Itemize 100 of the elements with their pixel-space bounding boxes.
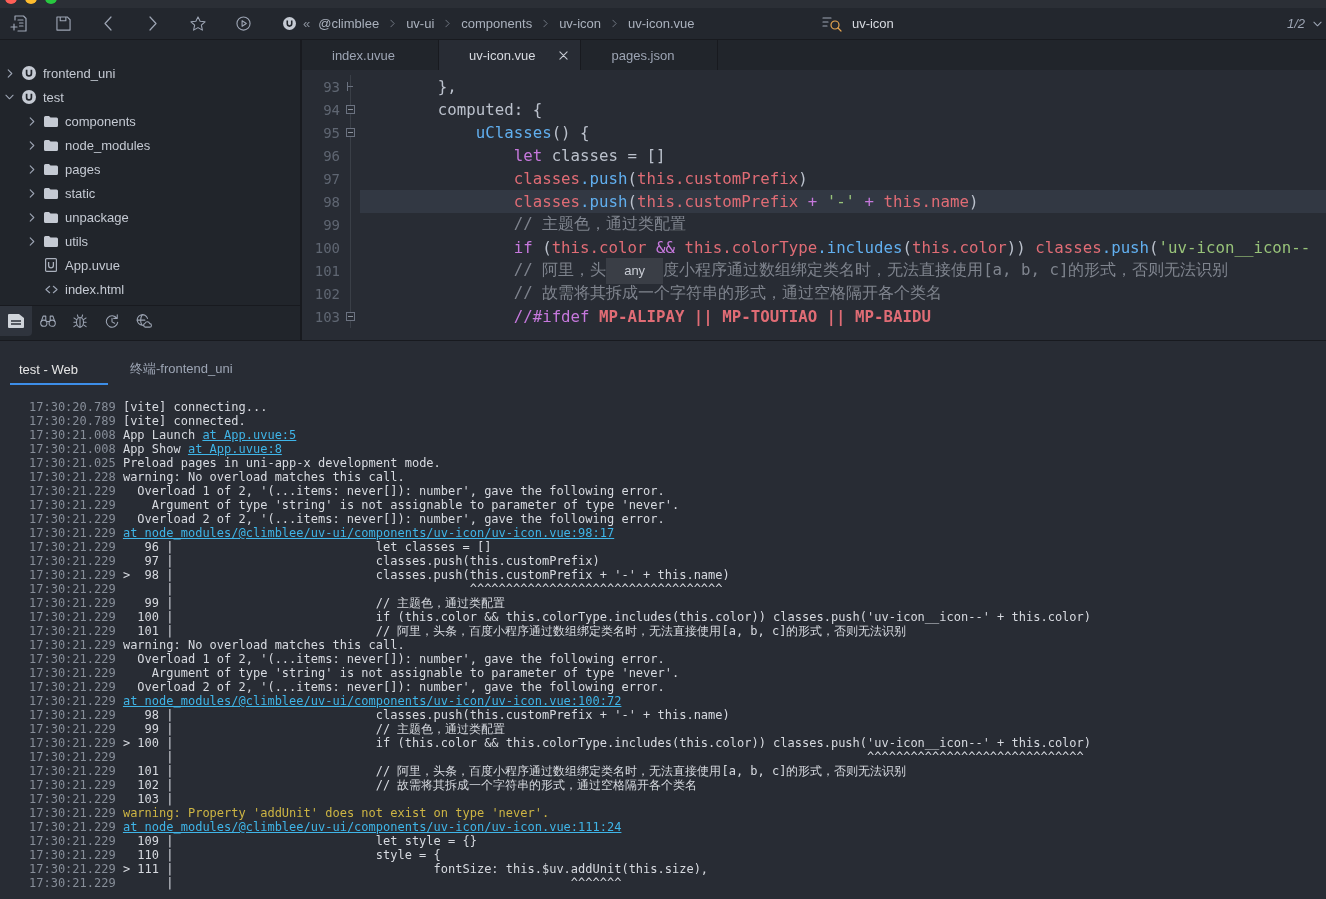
globe-cloud-icon[interactable] xyxy=(136,314,152,328)
line-number: 98 xyxy=(144,708,160,722)
source-excerpt: | let classes = [] xyxy=(166,540,492,554)
console-tab[interactable]: 终端-frontend_uni xyxy=(121,355,242,385)
chevron-down-icon[interactable] xyxy=(1313,20,1322,27)
star-icon[interactable] xyxy=(190,16,206,31)
log-timestamp: 17:30:21.008 xyxy=(29,428,116,442)
code-line: // 故需将其拆成一个字符串的形式，通过空格隔开各个类名 xyxy=(513,283,943,304)
line-number: 100 xyxy=(313,239,340,256)
code-brackets-icon xyxy=(44,284,58,294)
collapse-box-icon[interactable] xyxy=(345,105,355,114)
log-timestamp: 17:30:21.229 xyxy=(29,848,116,862)
collapse-box-icon[interactable] xyxy=(345,312,355,321)
line-number: 97 xyxy=(322,170,340,187)
source-excerpt: | // 主题色，通过类配置 xyxy=(166,722,506,736)
collapse-box-icon[interactable] xyxy=(345,128,355,137)
log-message: App Show xyxy=(122,442,181,456)
bug-icon[interactable] xyxy=(72,314,88,328)
circle-logo-icon xyxy=(22,66,36,80)
close-window-icon[interactable] xyxy=(5,0,17,4)
chevron-right-icon[interactable] xyxy=(28,188,35,198)
chevron-right-icon[interactable] xyxy=(28,212,35,222)
log-timestamp: 17:30:21.229 xyxy=(29,652,116,666)
source-link[interactable]: at node_modules/@climblee/uv-ui/components/uv-icon/uv-icon.vue:111:24 xyxy=(122,820,622,834)
chevron-right-icon xyxy=(390,19,396,28)
chevron-right-icon[interactable] xyxy=(28,140,35,150)
source-link[interactable]: at App.uvue:5 xyxy=(202,428,297,442)
history-icon[interactable] xyxy=(104,314,120,328)
breadcrumb-item[interactable]: components xyxy=(461,16,533,31)
source-excerpt: | let style = {} xyxy=(166,834,477,848)
maximize-window-icon[interactable] xyxy=(45,0,57,4)
source-excerpt: | classes.push(this.customPrefix + '-' + this.name) xyxy=(166,568,730,582)
save-icon[interactable] xyxy=(55,16,71,31)
file-item[interactable]: App.uvue xyxy=(65,257,120,273)
log-timestamp: 17:30:21.229 xyxy=(29,820,116,834)
log-timestamp: 17:30:21.229 xyxy=(29,624,116,638)
breadcrumb-item[interactable]: @climblee xyxy=(318,16,380,31)
folder-item[interactable]: components xyxy=(65,113,136,129)
source-excerpt: | if (this.color && this.colorType.includes(this.color)) classes.push('uv-icon__icon--' + this.color) xyxy=(166,610,1091,624)
document-list-icon[interactable] xyxy=(0,306,32,336)
log-timestamp: 17:30:21.229 xyxy=(29,708,116,722)
new-file-icon[interactable] xyxy=(9,15,27,32)
breadcrumb-item[interactable]: uv-ui xyxy=(406,16,435,31)
code-line: // 主题色，通过类配置 xyxy=(513,214,687,235)
source-excerpt: | ^^^^^^^ xyxy=(166,876,622,890)
play-circle-icon[interactable] xyxy=(235,16,251,31)
folder-item[interactable]: pages xyxy=(65,161,101,177)
chevron-right-icon[interactable] xyxy=(28,116,35,126)
log-timestamp: 17:30:21.229 xyxy=(29,750,116,764)
chevron-right-icon[interactable] xyxy=(28,236,35,246)
close-icon[interactable] xyxy=(559,50,569,60)
log-timestamp: 17:30:21.229 xyxy=(29,610,116,624)
log-timestamp: 17:30:21.229 xyxy=(29,722,116,736)
line-number: 103 xyxy=(137,792,160,806)
log-message: Overload 2 of 2, '(...items: never[]): number', gave the following error. xyxy=(137,680,665,694)
log-timestamp: 17:30:21.008 xyxy=(29,442,116,456)
folder-icon xyxy=(44,163,58,175)
console-tab[interactable]: test - Web xyxy=(10,355,108,385)
folder-item[interactable]: utils xyxy=(65,233,89,249)
find-field[interactable]: uv-icon xyxy=(851,13,1277,34)
editor-tab[interactable]: pages.json xyxy=(581,40,719,70)
line-number: 99 xyxy=(144,722,160,736)
source-excerpt: | fontSize: this.$uv.addUnit(this.size), xyxy=(166,862,709,876)
log-message: Preload pages in uni-app-x development mode. xyxy=(122,456,441,470)
chevron-right-icon[interactable] xyxy=(6,68,13,78)
editor-tab[interactable]: uv-icon.vue xyxy=(439,40,582,70)
folder-icon xyxy=(44,211,58,223)
circle-logo-icon xyxy=(283,17,296,30)
chevron-right-icon xyxy=(543,19,549,28)
chevron-left-icon[interactable] xyxy=(104,16,112,31)
folder-item[interactable]: static xyxy=(65,185,96,201)
breadcrumb-overflow[interactable]: « xyxy=(303,16,311,31)
binoculars-icon[interactable] xyxy=(40,314,56,328)
code-line: classes.push(this.customPrefix + '-' + this.name) xyxy=(513,192,979,211)
source-link[interactable]: at App.uvue:8 xyxy=(187,442,282,456)
source-link[interactable]: at node_modules/@climblee/uv-ui/components/uv-icon/uv-icon.vue:98:17 xyxy=(122,526,615,540)
folder-item[interactable]: node_modules xyxy=(65,137,151,153)
line-number: 98 xyxy=(144,568,160,582)
code-line: // 阿里，头 xyxy=(513,260,607,281)
code-line: if (this.color && this.colorType.includes(this.color)) classes.push('uv-icon__icon-- xyxy=(513,238,1311,257)
breadcrumb-item[interactable]: uv-icon xyxy=(559,16,602,31)
log-message: warning: No overload matches this call. xyxy=(122,470,405,484)
folder-item[interactable]: unpackage xyxy=(65,209,129,225)
chevron-right-icon[interactable] xyxy=(28,164,35,174)
line-number: 111 xyxy=(137,862,160,876)
match-count: 1/2 xyxy=(1286,16,1305,31)
log-timestamp: 17:30:21.228 xyxy=(29,470,116,484)
breadcrumb-item[interactable]: uv-icon.vue xyxy=(628,16,695,31)
code-line: }, xyxy=(437,77,457,96)
project-item[interactable]: frontend_uni xyxy=(43,65,116,81)
log-timestamp: 17:30:21.229 xyxy=(29,792,116,806)
project-item[interactable]: test xyxy=(43,89,64,105)
log-timestamp: 17:30:20.789 xyxy=(29,400,116,414)
source-link[interactable]: at node_modules/@climblee/uv-ui/components/uv-icon/uv-icon.vue:100:72 xyxy=(122,694,622,708)
document-icon xyxy=(45,258,57,272)
file-item[interactable]: index.html xyxy=(65,281,125,297)
chevron-right-icon[interactable] xyxy=(149,16,157,31)
source-excerpt: | // 主题色，通过类配置 xyxy=(166,596,506,610)
minimize-window-icon[interactable] xyxy=(25,0,37,4)
chevron-down-icon[interactable] xyxy=(5,94,14,100)
